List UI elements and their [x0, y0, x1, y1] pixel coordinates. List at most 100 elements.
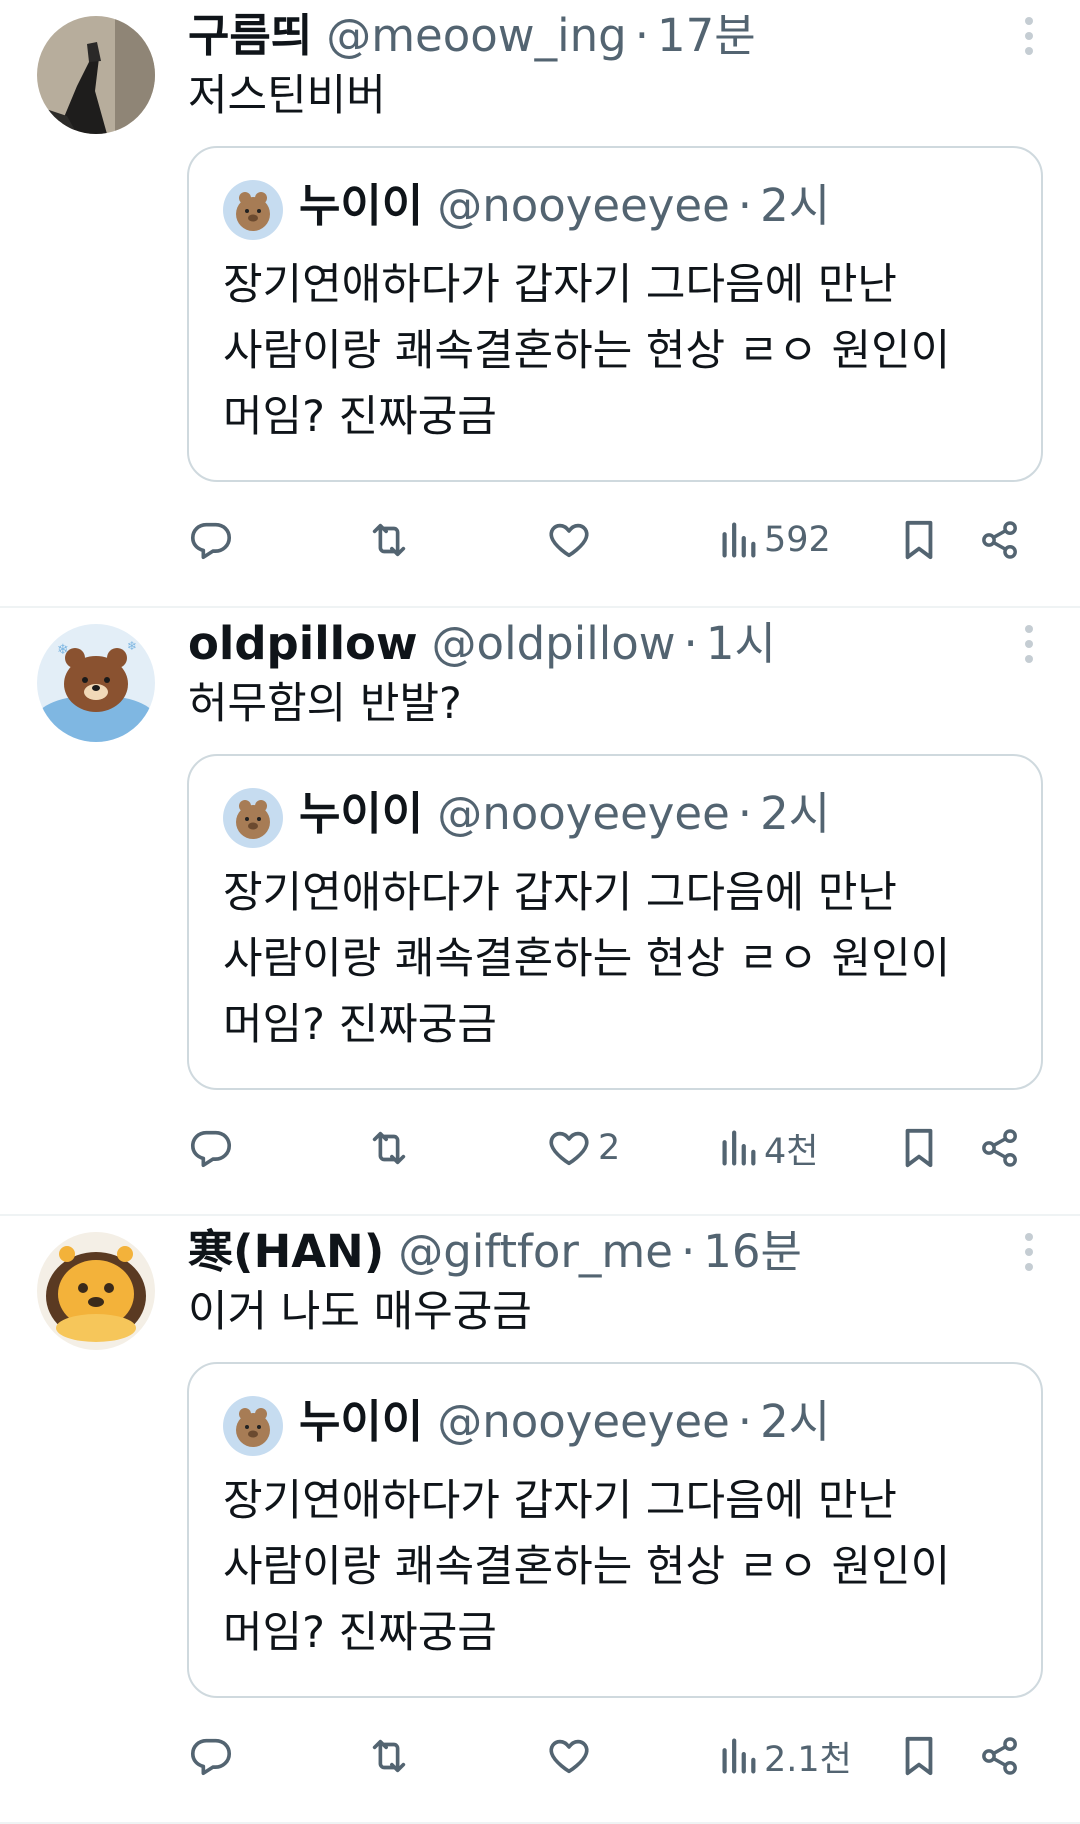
tweet-text: 이거 나도 매우궁금 — [188, 1287, 532, 1337]
quoted-text-line: 머임? 진짜궁금 — [223, 1608, 497, 1658]
more-options-icon[interactable] — [1022, 16, 1036, 56]
tweet[interactable]: 구름띄 @meoow_ing · 17분 저스틴비버 누이이 @nooyeeye… — [0, 0, 1080, 608]
bookmark-button[interactable] — [898, 1118, 940, 1178]
reply-button[interactable] — [188, 510, 234, 570]
display-name[interactable]: 구름띄 — [188, 4, 312, 68]
quoted-text: 장기연애하다가 갑자기 그다음에 만난 사람이랑 쾌속결혼하는 현상 ㄹㅇ 원인… — [223, 1468, 1003, 1666]
share-button[interactable] — [978, 510, 1022, 570]
photo-avatar-icon — [37, 16, 155, 134]
user-avatar[interactable] — [37, 1232, 155, 1350]
quoted-timestamp: 2시 — [760, 1395, 831, 1448]
quoted-text: 장기연애하다가 갑자기 그다음에 만난 사람이랑 쾌속결혼하는 현상 ㄹㅇ 원인… — [223, 252, 1003, 450]
quoted-display-name: 누이이 — [299, 179, 424, 232]
share-icon — [982, 1129, 1017, 1167]
more-options-icon[interactable] — [1022, 624, 1036, 664]
quoted-text-line: 장기연애하다가 갑자기 그다음에 만난 — [223, 868, 897, 918]
action-bar: 592 — [0, 510, 1080, 570]
like-count: 2 — [598, 1128, 621, 1168]
quoted-display-name: 누이이 — [299, 787, 424, 840]
like-button[interactable] — [546, 1726, 598, 1786]
views-count: 4천 — [764, 1131, 819, 1172]
quoted-handle: @nooyeeyee — [437, 787, 730, 840]
retweet-icon — [372, 1131, 406, 1165]
reply-button[interactable] — [188, 1118, 234, 1178]
quoted-timestamp: 2시 — [760, 179, 831, 232]
user-handle[interactable]: @meoow_ing — [326, 4, 626, 68]
display-name[interactable]: oldpillow — [188, 612, 418, 676]
views-count: 2.1천 — [764, 1739, 852, 1780]
bookmark-button[interactable] — [898, 1726, 940, 1786]
tweet-text: 저스틴비버 — [188, 71, 386, 121]
views-icon — [722, 522, 756, 558]
quoted-tweet[interactable]: 누이이 @nooyeeyee · 2시 장기연애하다가 갑자기 그다음에 만난 … — [187, 146, 1043, 482]
timestamp[interactable]: 17분 — [657, 4, 756, 68]
separator: · — [737, 1395, 753, 1448]
quoted-text-line: 사람이랑 쾌속결혼하는 현상 ㄹㅇ 원인이 — [223, 934, 951, 984]
timestamp[interactable]: 16분 — [703, 1220, 802, 1284]
lion-cake-avatar-icon — [37, 1232, 155, 1350]
quoted-header: 누이이 @nooyeeyee · 2시 — [299, 782, 830, 846]
quoted-text-line: 사람이랑 쾌속결혼하는 현상 ㄹㅇ 원인이 — [223, 326, 951, 376]
reply-icon — [190, 1130, 232, 1168]
quoted-text-line: 사람이랑 쾌속결혼하는 현상 ㄹㅇ 원인이 — [223, 1542, 951, 1592]
action-bar: 2 4천 — [0, 1118, 1080, 1178]
quoted-handle: @nooyeeyee — [437, 1395, 730, 1448]
user-avatar[interactable] — [37, 16, 155, 134]
views-count: 592 — [764, 520, 831, 560]
bookmark-icon — [905, 1128, 933, 1168]
retweet-button[interactable] — [366, 510, 412, 570]
views-button[interactable]: 2.1천 — [718, 1726, 852, 1786]
views-button[interactable]: 592 — [718, 510, 831, 570]
display-name[interactable]: 寒(HAN) — [188, 1220, 384, 1284]
heart-icon — [549, 523, 589, 558]
bookmark-button[interactable] — [898, 510, 940, 570]
reply-icon — [190, 1738, 232, 1776]
timestamp[interactable]: 1시 — [706, 612, 776, 676]
like-button[interactable] — [546, 510, 598, 570]
svg-text:❄: ❄ — [127, 639, 137, 653]
quokka-avatar-icon — [223, 788, 283, 848]
quoted-handle: @nooyeeyee — [437, 179, 730, 232]
user-handle[interactable]: @oldpillow — [432, 612, 676, 676]
share-button[interactable] — [978, 1118, 1022, 1178]
tweet-text: 허무함의 반발? — [188, 679, 462, 729]
reply-icon — [190, 522, 232, 560]
separator: · — [737, 787, 753, 840]
bookmark-icon — [905, 520, 933, 560]
tweet[interactable]: ❄ ❄ oldpillow @oldpillow · 1시 허무함의 반발? 누이… — [0, 608, 1080, 1216]
separator: · — [737, 179, 753, 232]
tweet[interactable]: 寒(HAN) @giftfor_me · 16분 이거 나도 매우궁금 누이이 … — [0, 1216, 1080, 1824]
share-button[interactable] — [978, 1726, 1022, 1786]
heart-icon — [549, 1739, 589, 1774]
separator: · — [683, 617, 698, 670]
quoted-header: 누이이 @nooyeeyee · 2시 — [299, 1390, 830, 1454]
quoted-timestamp: 2시 — [760, 787, 831, 840]
tweet-header: 구름띄 @meoow_ing · 17분 — [188, 4, 990, 68]
quoted-tweet[interactable]: 누이이 @nooyeeyee · 2시 장기연애하다가 갑자기 그다음에 만난 … — [187, 754, 1043, 1090]
more-options-icon[interactable] — [1022, 1232, 1036, 1272]
retweet-button[interactable] — [366, 1118, 412, 1178]
svg-text:❄: ❄ — [57, 642, 69, 658]
quoted-header: 누이이 @nooyeeyee · 2시 — [299, 174, 830, 238]
action-bar: 2.1천 — [0, 1726, 1080, 1786]
quoted-user-avatar — [223, 1396, 283, 1456]
like-button[interactable]: 2 — [546, 1118, 620, 1178]
bookmark-icon — [905, 1736, 933, 1776]
user-avatar[interactable]: ❄ ❄ — [37, 624, 155, 742]
quoted-text-line: 장기연애하다가 갑자기 그다음에 만난 — [223, 260, 897, 310]
quokka-avatar-icon — [223, 180, 283, 240]
user-handle[interactable]: @giftfor_me — [398, 1220, 673, 1284]
heart-icon — [549, 1131, 589, 1166]
quoted-user-avatar — [223, 180, 283, 240]
quoted-tweet[interactable]: 누이이 @nooyeeyee · 2시 장기연애하다가 갑자기 그다음에 만난 … — [187, 1362, 1043, 1698]
reply-button[interactable] — [188, 1726, 234, 1786]
views-icon — [722, 1738, 756, 1774]
tweet-header: 寒(HAN) @giftfor_me · 16분 — [188, 1220, 990, 1284]
views-button[interactable]: 4천 — [718, 1118, 818, 1178]
separator: · — [634, 9, 649, 62]
tweet-header: oldpillow @oldpillow · 1시 — [188, 612, 990, 676]
retweet-button[interactable] — [366, 1726, 412, 1786]
bear-avatar-icon: ❄ ❄ — [37, 624, 155, 742]
separator: · — [680, 1225, 696, 1278]
share-icon — [982, 521, 1017, 559]
